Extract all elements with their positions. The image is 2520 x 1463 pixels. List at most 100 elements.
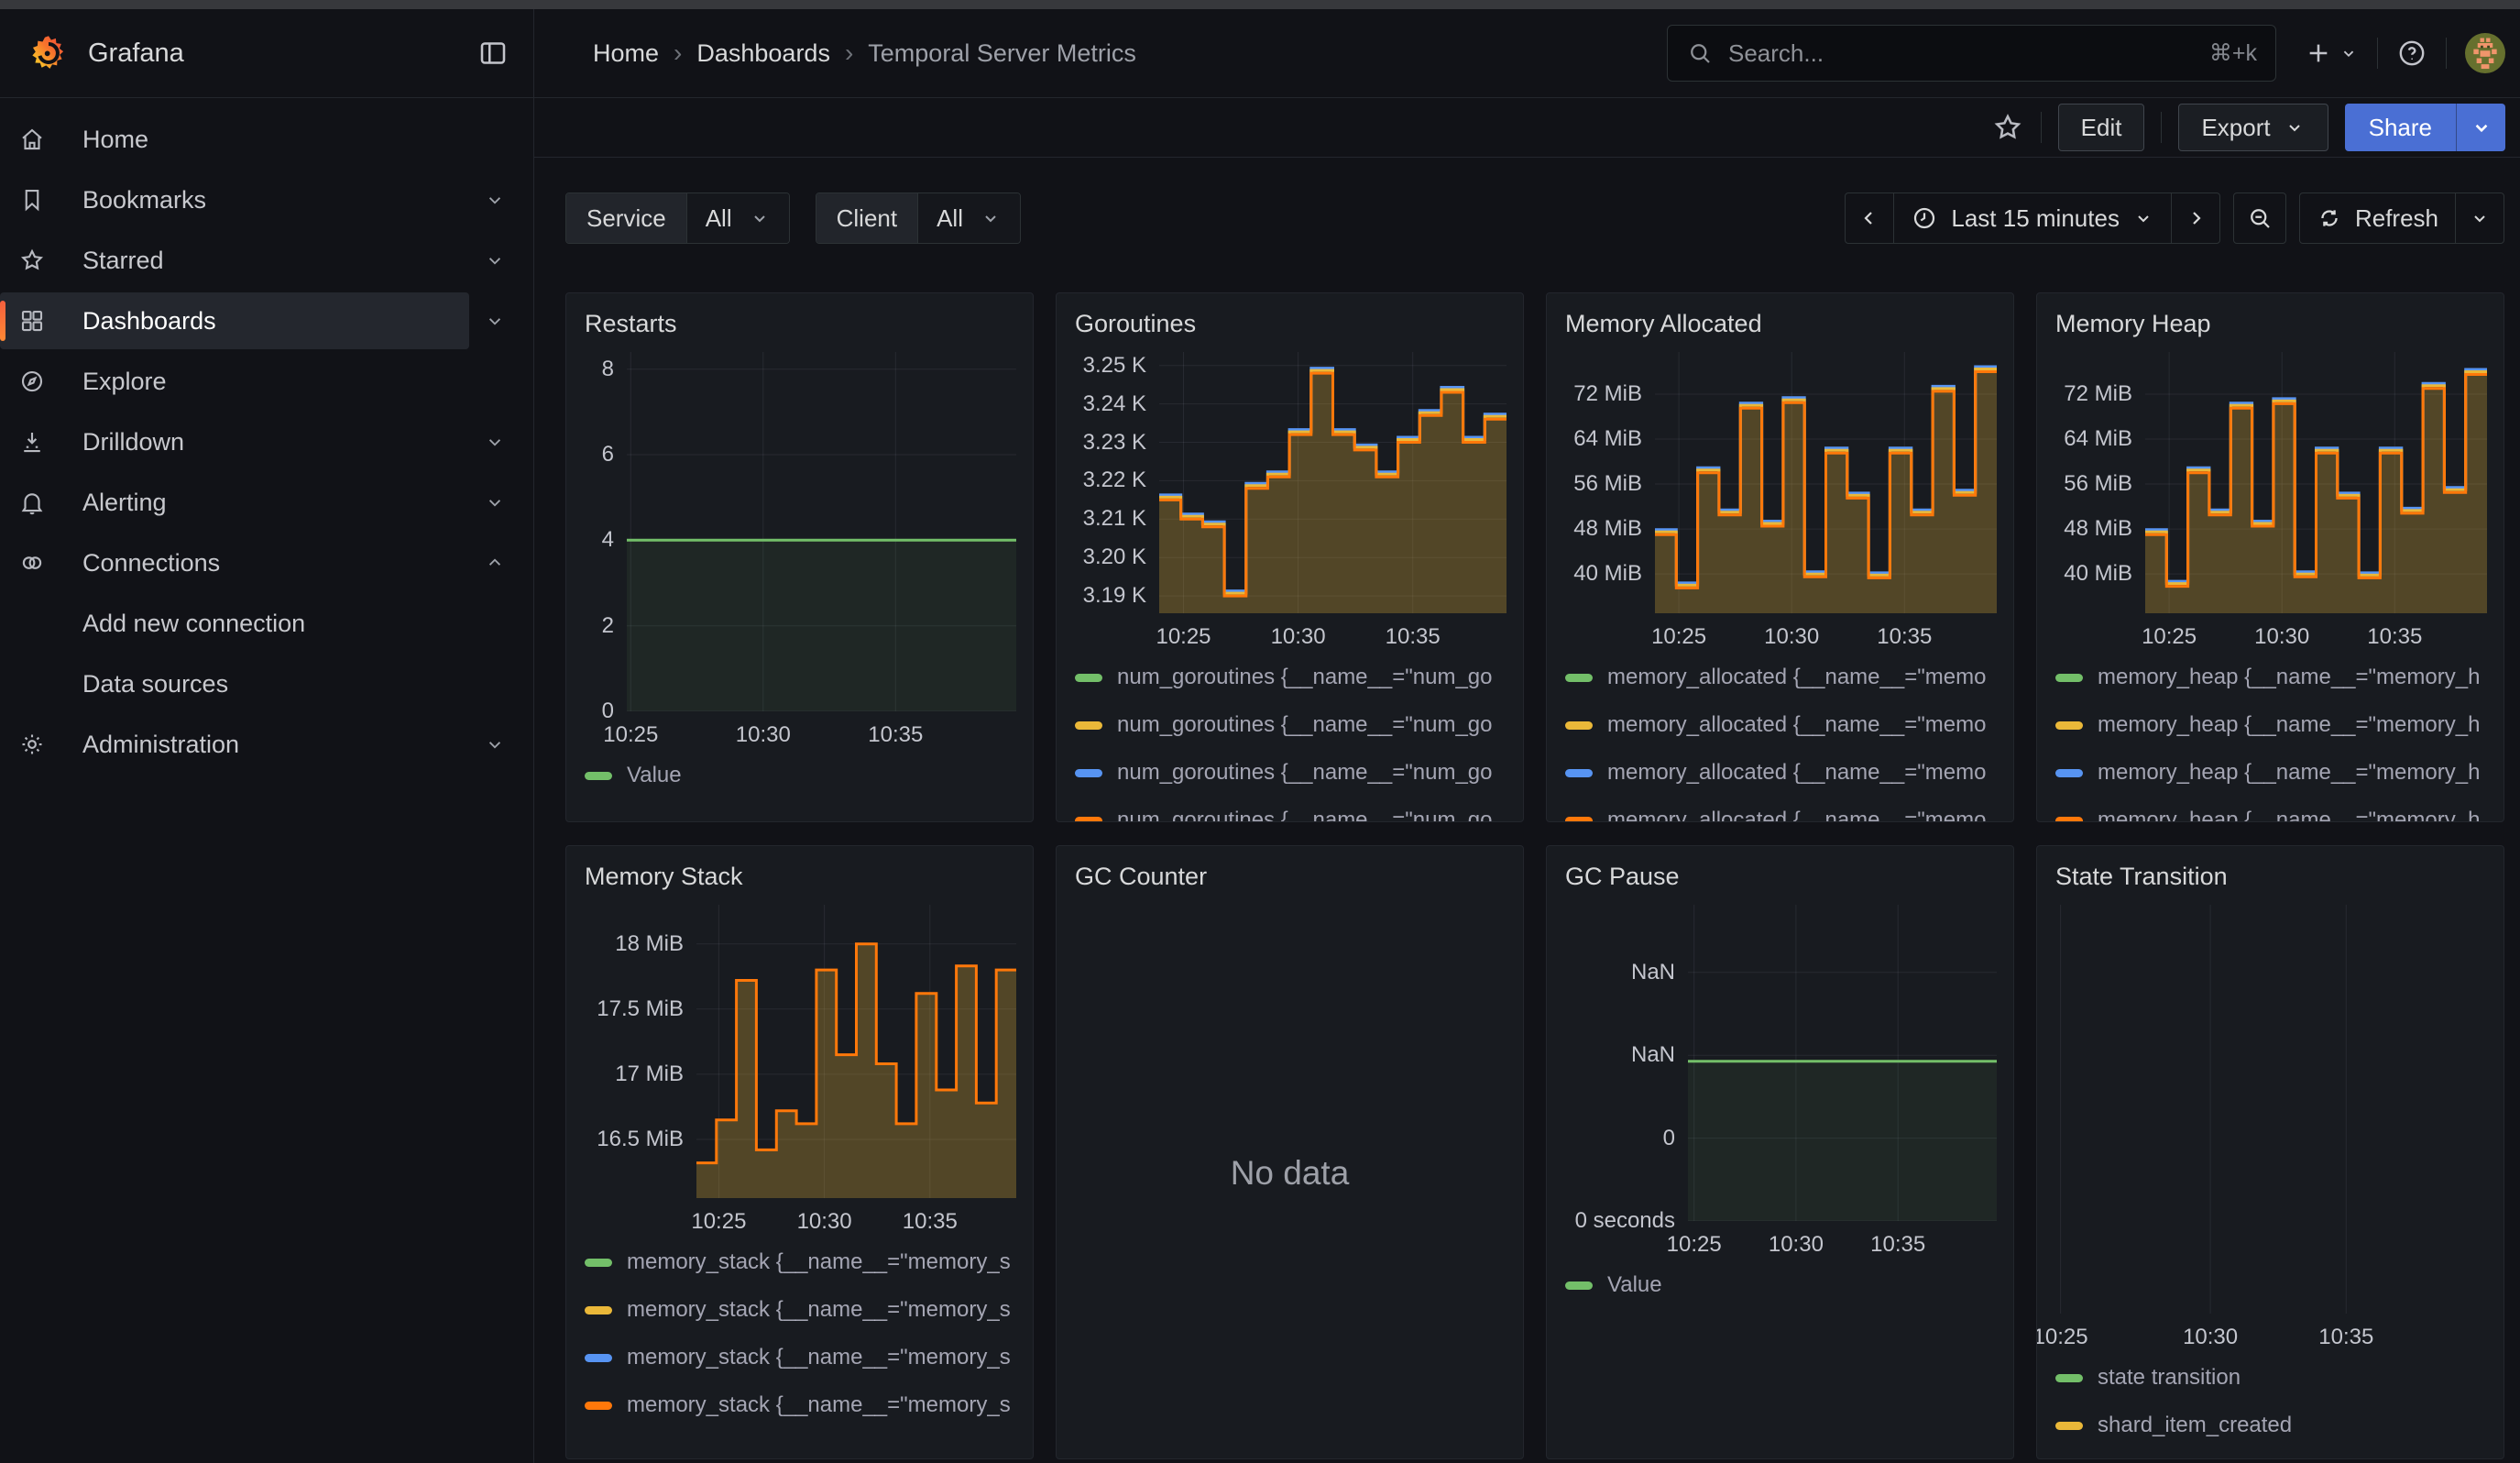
breadcrumb-separator-icon: › [674, 38, 682, 68]
chevron-down-icon [2469, 207, 2491, 229]
magnifier-minus-icon [2246, 204, 2273, 232]
sidebar: HomeBookmarksStarredDashboardsExploreDri… [0, 98, 534, 1463]
legend-item[interactable]: num_goroutines {__name__="num_go [1075, 654, 1505, 701]
help-button[interactable] [2396, 38, 2427, 69]
sidebar-item-add-new-connection[interactable]: Add new connection [0, 595, 520, 652]
chevron-up-icon[interactable] [469, 551, 520, 575]
panel-title[interactable]: State Transition [2055, 863, 2485, 905]
panel-title[interactable]: Memory Allocated [1565, 310, 1995, 352]
panel-title[interactable]: Memory Stack [585, 863, 1014, 905]
sidebar-item-administration[interactable]: Administration [0, 716, 469, 773]
chevron-down-icon[interactable] [469, 430, 520, 454]
y-axis-tick-label: 3.23 K [1075, 430, 1146, 456]
service-variable-value[interactable]: All [686, 193, 789, 243]
legend-item[interactable]: memory_heap {__name__="memory_h [2055, 749, 2485, 797]
x-axis-tick-label: 10:30 [797, 1209, 852, 1235]
sidebar-item-bookmarks[interactable]: Bookmarks [0, 171, 469, 228]
legend-item[interactable]: memory_allocated {__name__="memo [1565, 797, 1995, 822]
time-shift-back-button[interactable] [1846, 193, 1893, 243]
sidebar-item-connections[interactable]: Connections [0, 534, 469, 591]
x-axis-tick-label: 10:25 [603, 722, 658, 748]
panel-title[interactable]: GC Counter [1075, 863, 1505, 905]
export-label: Export [2201, 114, 2270, 142]
edit-button[interactable]: Edit [2058, 104, 2145, 151]
legend-item[interactable]: num_goroutines {__name__="num_go [1075, 749, 1505, 797]
chart-legend: state transitionshard_item_created [2055, 1354, 2485, 1449]
chevron-down-icon[interactable] [469, 732, 520, 756]
sidebar-item-explore[interactable]: Explore [0, 353, 520, 410]
legend-item[interactable]: Value [585, 752, 1014, 799]
zoom-out-time-button[interactable] [2233, 192, 2286, 244]
chart-plot-area[interactable]: 40 MiB48 MiB56 MiB64 MiB72 MiB [1565, 352, 1995, 613]
chart-plot-area[interactable]: 02468 [585, 352, 1014, 711]
refresh-button[interactable]: Refresh [2300, 193, 2455, 243]
actions-divider [2041, 112, 2042, 143]
x-axis-tick-label: 10:25 [691, 1209, 746, 1235]
panel-title[interactable]: Memory Heap [2055, 310, 2485, 352]
chart-plot-area[interactable]: 16.5 MiB17 MiB17.5 MiB18 MiB [585, 905, 1014, 1198]
chevron-down-icon[interactable] [469, 188, 520, 212]
time-shift-forward-button[interactable] [2171, 193, 2219, 243]
legend-label: memory_allocated {__name__="memo [1607, 712, 1986, 738]
legend-item[interactable]: memory_stack {__name__="memory_s [585, 1286, 1014, 1334]
legend-swatch [1075, 769, 1102, 777]
sidebar-item-data-sources[interactable]: Data sources [0, 655, 520, 712]
x-axis-tick-label: 10:30 [736, 722, 791, 748]
legend-item[interactable]: Value [1565, 1261, 1995, 1309]
refresh-interval-button[interactable] [2455, 193, 2504, 243]
legend-swatch [1565, 817, 1593, 823]
sidebar-item-dashboards[interactable]: Dashboards [0, 292, 469, 349]
panel-title[interactable]: Restarts [585, 310, 1014, 352]
legend-item[interactable]: memory_stack {__name__="memory_s [585, 1381, 1014, 1429]
add-new-button[interactable] [2304, 38, 2359, 68]
legend-item[interactable]: memory_stack {__name__="memory_s [585, 1238, 1014, 1286]
favorite-star-button[interactable] [1991, 111, 2024, 144]
export-button[interactable]: Export [2178, 104, 2328, 151]
legend-item[interactable]: memory_stack {__name__="memory_s [585, 1334, 1014, 1381]
chevron-down-icon[interactable] [469, 248, 520, 272]
legend-item[interactable]: num_goroutines {__name__="num_go [1075, 701, 1505, 749]
chevron-down-icon[interactable] [469, 490, 520, 514]
panel-gc-counter: GC CounterNo data [1056, 845, 1524, 1459]
legend-item[interactable]: state transition [2055, 1354, 2485, 1402]
legend-item[interactable]: memory_heap {__name__="memory_h [2055, 654, 2485, 701]
legend-item[interactable]: num_goroutines {__name__="num_go [1075, 797, 1505, 822]
sidebar-item-drilldown[interactable]: Drilldown [0, 413, 469, 470]
share-button[interactable]: Share [2345, 104, 2456, 151]
panel-title[interactable]: Goroutines [1075, 310, 1505, 352]
y-axis-tick-label: 56 MiB [1565, 471, 1642, 497]
dashboard-canvas: Service All Client All [534, 158, 2520, 1463]
legend-item[interactable]: memory_allocated {__name__="memo [1565, 654, 1995, 701]
sidebar-item-home[interactable]: Home [0, 111, 520, 168]
breadcrumb-home[interactable]: Home [593, 39, 659, 68]
search-input[interactable] [1728, 39, 2195, 68]
y-axis-tick-label: 18 MiB [585, 931, 684, 957]
legend-item[interactable]: memory_heap {__name__="memory_h [2055, 701, 2485, 749]
x-axis-labels: 10:2510:3010:35 [1688, 1221, 1995, 1261]
breadcrumb-dashboards[interactable]: Dashboards [696, 39, 830, 68]
time-range-picker[interactable]: Last 15 minutes [1893, 193, 2171, 243]
client-variable-value[interactable]: All [917, 193, 1020, 243]
sidebar-item-label: Administration [82, 731, 239, 759]
y-axis-tick-label: 72 MiB [2055, 381, 2132, 407]
share-dropdown-button[interactable] [2456, 104, 2505, 151]
legend-swatch [585, 1354, 612, 1362]
chart-plot-area[interactable]: 3.19 K3.20 K3.21 K3.22 K3.23 K3.24 K3.25… [1075, 352, 1505, 613]
chevron-down-icon[interactable] [469, 309, 520, 333]
chart-plot-area[interactable]: 0 seconds0NaNNaN [1565, 905, 1995, 1221]
sidebar-item-starred[interactable]: Starred [0, 232, 469, 289]
sidebar-row-connections: Connections [0, 533, 533, 593]
sidebar-item-alerting[interactable]: Alerting [0, 474, 469, 531]
search-bar[interactable]: ⌘+k [1667, 25, 2276, 82]
chart-plot-area[interactable]: 40 MiB48 MiB56 MiB64 MiB72 MiB [2055, 352, 2485, 613]
dashboard-actions-row: Edit Export Share [534, 98, 2520, 158]
legend-item[interactable]: memory_allocated {__name__="memo [1565, 701, 1995, 749]
legend-item[interactable]: memory_heap {__name__="memory_h [2055, 797, 2485, 822]
legend-item[interactable]: memory_allocated {__name__="memo [1565, 749, 1995, 797]
chevron-down-icon [980, 207, 1002, 229]
chart-plot-area[interactable] [2037, 905, 2504, 1314]
sidebar-collapse-button[interactable] [477, 37, 509, 70]
legend-item[interactable]: shard_item_created [2055, 1402, 2485, 1449]
panel-title[interactable]: GC Pause [1565, 863, 1995, 905]
user-profile-button[interactable] [2465, 33, 2505, 73]
